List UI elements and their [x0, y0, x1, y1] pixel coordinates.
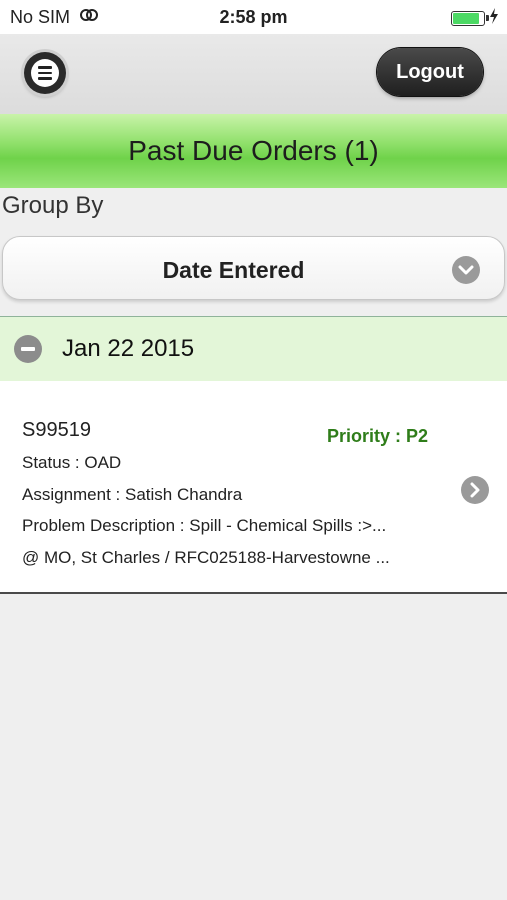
order-priority: Priority : P2 [327, 426, 429, 446]
order-location: @ MO, St Charles / RFC025188-Harvestowne… [22, 548, 390, 567]
charging-icon [489, 8, 499, 29]
order-status: Status : OAD [22, 453, 122, 472]
logout-button[interactable]: Logout [377, 48, 483, 96]
order-item[interactable]: S99519 Priority : P2 Status : OAD Assign… [0, 381, 507, 594]
group-by-select[interactable]: Date Entered [2, 236, 505, 300]
hamburger-icon [31, 59, 59, 87]
group-by-value: Date Entered [162, 257, 305, 283]
group-header[interactable]: Jan 22 2015 [0, 316, 507, 382]
status-right [451, 8, 499, 29]
status-bar: No SIM 2:58 pm [0, 0, 507, 34]
chevron-right-icon[interactable] [461, 476, 489, 504]
order-problem: Problem Description : Spill - Chemical S… [22, 516, 387, 535]
menu-button[interactable] [24, 52, 66, 94]
collapse-icon[interactable] [14, 335, 42, 363]
page-title: Past Due Orders (1) [0, 114, 507, 188]
app-header: Logout [0, 34, 507, 115]
order-id: S99519 [22, 419, 91, 441]
chevron-down-icon [452, 256, 480, 284]
order-assignment: Assignment : Satish Chandra [22, 485, 243, 504]
group-by-label: Group By [2, 192, 104, 219]
status-time: 2:58 pm [219, 7, 288, 27]
battery-icon [451, 11, 489, 26]
group-date: Jan 22 2015 [62, 335, 195, 362]
